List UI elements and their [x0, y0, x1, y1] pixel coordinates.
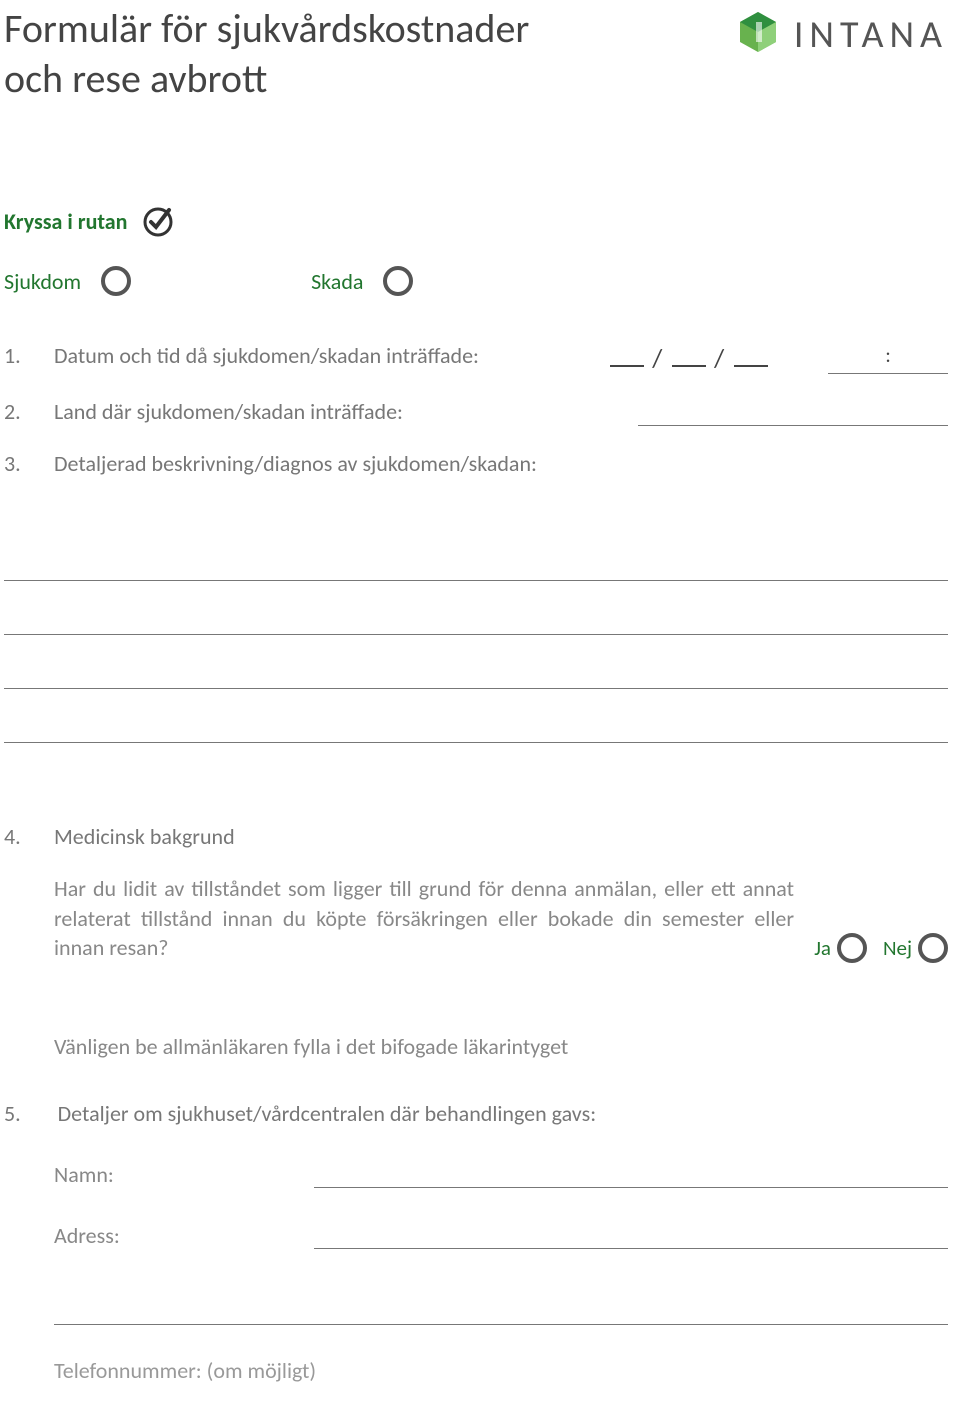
form-title: Formulär för sjukvårdskostnader och rese…: [4, 4, 529, 104]
checkmark-circle-icon: [141, 204, 175, 238]
q1-text: Datum och tid då sjukdomen/skadan inträf…: [54, 342, 610, 369]
intana-logo-icon: [734, 8, 782, 61]
choice-skada-label: Skada: [311, 268, 363, 295]
title-line-2: och rese avbrott: [4, 54, 267, 103]
radio-icon: [101, 266, 131, 296]
radio-no[interactable]: [918, 933, 948, 963]
q4-body-text: Har du lidit av tillståndet som ligger t…: [54, 874, 794, 963]
date-input[interactable]: / /: [610, 342, 768, 374]
q4-heading: Medicinsk bakgrund: [54, 823, 948, 850]
tick-instruction-text: Kryssa i rutan: [4, 208, 127, 235]
brand-name: INTANA: [794, 12, 948, 58]
question-3: 3. Detaljerad beskrivning/diagnos av sju…: [4, 450, 948, 477]
q3-text: Detaljerad beskrivning/diagnos av sjukdo…: [54, 450, 948, 477]
q1-answer-area: / / :: [610, 342, 948, 374]
form-header: Formulär för sjukvårdskostnader och rese…: [4, 0, 948, 104]
name-label: Namn:: [54, 1161, 314, 1188]
hospital-name-row: Namn:: [54, 1161, 948, 1188]
time-sep: :: [885, 344, 890, 368]
country-input[interactable]: [638, 398, 948, 426]
type-choice-row: Sjukdom Skada: [4, 266, 948, 296]
tick-instruction: Kryssa i rutan: [4, 204, 175, 238]
description-lines[interactable]: [4, 527, 948, 743]
q2-number: 2.: [4, 398, 54, 425]
yes-no-row: Ja Nej: [814, 933, 948, 963]
q2-text: Land där sjukdomen/skadan inträffade:: [54, 398, 638, 425]
gp-note: Vänligen be allmänläkaren fylla i det bi…: [54, 1033, 948, 1060]
text-line[interactable]: [4, 689, 948, 743]
yes-label: Ja: [814, 935, 831, 961]
text-line[interactable]: [4, 581, 948, 635]
title-line-1: Formulär för sjukvårdskostnader: [4, 4, 529, 53]
text-line[interactable]: [4, 527, 948, 581]
date-sep: /: [714, 342, 726, 374]
question-2: 2. Land där sjukdomen/skadan inträffade:: [4, 398, 948, 426]
choice-sjukdom-label: Sjukdom: [4, 268, 81, 295]
question-list: 1. Datum och tid då sjukdomen/skadan int…: [4, 342, 948, 1384]
q3-number: 3.: [4, 450, 54, 477]
date-sep: /: [652, 342, 664, 374]
time-input[interactable]: :: [828, 344, 948, 374]
question-1: 1. Datum och tid då sjukdomen/skadan int…: [4, 342, 948, 374]
q5-number: 5.: [4, 1100, 54, 1127]
question-4: 4. Medicinsk bakgrund Har du lidit av ti…: [4, 823, 948, 1060]
address-label: Adress:: [54, 1222, 314, 1249]
choice-sjukdom[interactable]: Sjukdom: [4, 266, 131, 296]
text-line[interactable]: [4, 635, 948, 689]
brand-logo: INTANA: [734, 8, 948, 61]
q1-number: 1.: [4, 342, 54, 369]
hospital-address-row: Adress:: [54, 1222, 948, 1249]
no-label: Nej: [883, 935, 912, 961]
address-input-line2[interactable]: [54, 1299, 948, 1325]
tick-box-section: Kryssa i rutan Sjukdom Skada: [4, 204, 948, 296]
q5-text: Detaljer om sjukhuset/vårdcentralen där …: [58, 1100, 596, 1127]
name-input[interactable]: [314, 1162, 948, 1188]
address-input[interactable]: [314, 1223, 948, 1249]
radio-icon: [383, 266, 413, 296]
phone-label: Telefonnummer: (om möjligt): [54, 1357, 948, 1384]
q4-number: 4.: [4, 823, 54, 850]
question-5: 5. Detaljer om sjukhuset/vårdcentralen d…: [4, 1100, 948, 1384]
radio-yes[interactable]: [837, 933, 867, 963]
choice-skada[interactable]: Skada: [311, 266, 413, 296]
